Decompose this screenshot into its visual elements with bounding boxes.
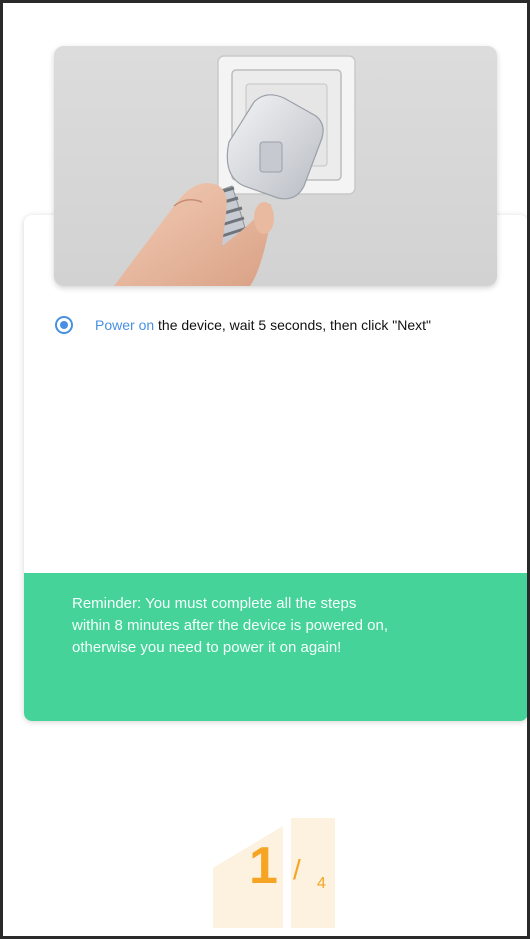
current-step: 1 xyxy=(249,837,278,895)
instruction-card: Reminder: You must complete all the step… xyxy=(24,215,527,721)
app-screen: Reminder: You must complete all the step… xyxy=(0,0,530,939)
step-text: Power on the device, wait 5 seconds, the… xyxy=(95,313,431,337)
step-highlight: Power on xyxy=(95,317,155,333)
reminder-banner: Reminder: You must complete all the step… xyxy=(24,573,527,721)
reminder-text: Reminder: You must complete all the step… xyxy=(72,595,389,656)
plug-into-socket-illustration xyxy=(54,46,497,286)
radio-dot xyxy=(60,321,68,329)
step-separator: / xyxy=(293,854,301,885)
total-steps: 4 xyxy=(317,875,326,892)
step-indicator-backdrop xyxy=(213,818,335,928)
step-instruction: Power on the device, wait 5 seconds, the… xyxy=(55,313,505,337)
radio-selected-icon[interactable] xyxy=(55,316,73,334)
step-indicator: 1 / 4 xyxy=(213,818,343,928)
plug-socket-image xyxy=(54,46,497,286)
step-body: the device, wait 5 seconds, then click "… xyxy=(154,317,432,333)
